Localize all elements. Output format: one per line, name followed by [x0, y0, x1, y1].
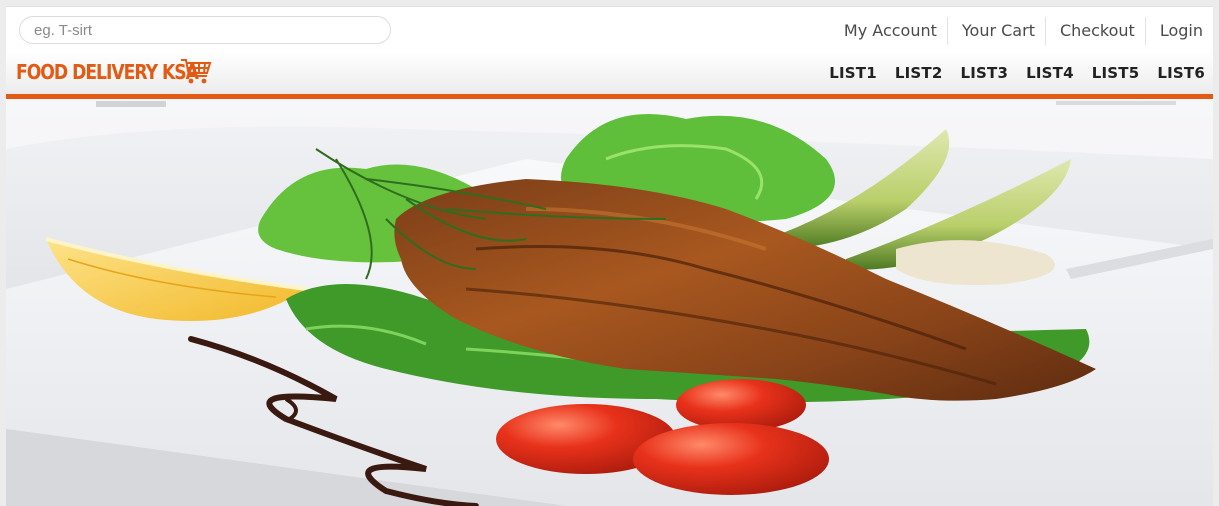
hero-food-image	[6, 99, 1213, 506]
main-navigation: FOOD DELIVERY KSA LIST1 LIST2 LIST3 LIST…	[6, 52, 1213, 94]
top-bar: My Account Your Cart Checkout Login	[6, 6, 1213, 52]
checkout-link[interactable]: Checkout	[1046, 17, 1146, 45]
nav-item-list3[interactable]: LIST3	[961, 64, 1009, 82]
your-cart-link[interactable]: Your Cart	[948, 17, 1046, 45]
brand-logo[interactable]: FOOD DELIVERY KSA	[16, 58, 212, 86]
login-link[interactable]: Login	[1146, 17, 1207, 45]
nav-item-list2[interactable]: LIST2	[895, 64, 943, 82]
nav-menu: LIST1 LIST2 LIST3 LIST4 LIST5 LIST6	[811, 64, 1205, 82]
my-account-link[interactable]: My Account	[830, 17, 948, 45]
nav-item-list5[interactable]: LIST5	[1092, 64, 1140, 82]
nav-item-list4[interactable]: LIST4	[1026, 64, 1074, 82]
hero-banner[interactable]	[6, 99, 1213, 506]
nav-item-list6[interactable]: LIST6	[1157, 64, 1205, 82]
brand-name: FOOD DELIVERY KSA	[16, 60, 199, 84]
nav-item-list1[interactable]: LIST1	[829, 64, 877, 82]
account-links: My Account Your Cart Checkout Login	[830, 17, 1207, 45]
search-input[interactable]	[19, 16, 391, 44]
